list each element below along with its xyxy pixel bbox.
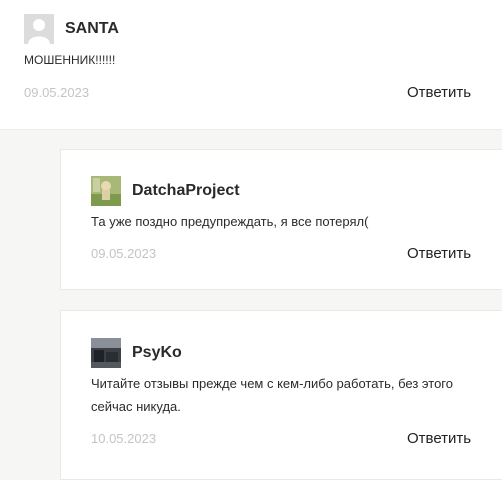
reply-button[interactable]: Ответить (407, 84, 471, 101)
comment-psyko: PsyKo Читайте отзывы прежде чем с кем-ли… (60, 310, 502, 480)
comment-santa: SANTA МОШЕННИК!!!!!! 09.05.2023 Ответить (0, 0, 502, 130)
comment-date: 09.05.2023 (91, 246, 157, 261)
default-avatar-icon (24, 14, 54, 44)
avatar (91, 176, 121, 206)
comment-text: МОШЕННИК!!!!!! (24, 53, 116, 67)
comment-author: PsyKo (132, 344, 182, 361)
comment-author: DatchaProject (132, 182, 240, 199)
reply-button[interactable]: Ответить (407, 245, 471, 262)
comment-date: 09.05.2023 (24, 85, 90, 100)
comment-text: Та уже поздно предупреждать, я все потер… (91, 214, 369, 229)
comment-date: 10.05.2023 (91, 431, 157, 446)
comment-datchaproject: DatchaProject Та уже поздно предупреждат… (60, 149, 502, 290)
comment-author: SANTA (65, 20, 119, 37)
avatar (91, 338, 121, 368)
comment-text: Читайте отзывы прежде чем с кем-либо раб… (91, 376, 453, 414)
reply-button[interactable]: Ответить (407, 430, 471, 447)
